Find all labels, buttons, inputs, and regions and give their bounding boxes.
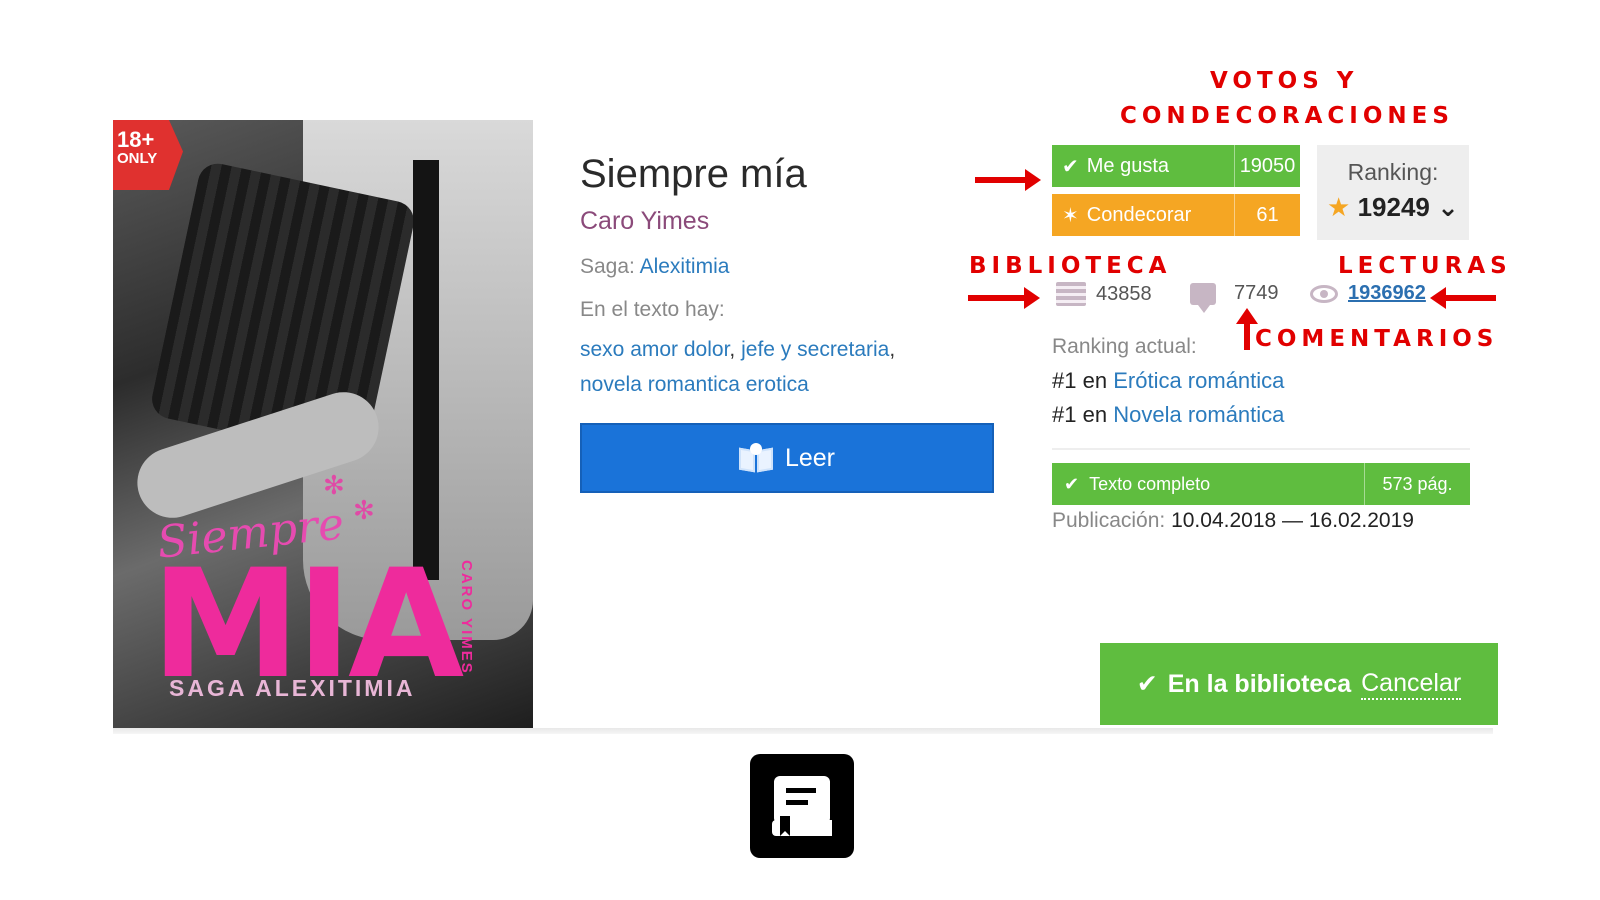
ranking-dropdown[interactable]: Ranking: ★ 19249 ⌄ [1317, 145, 1469, 240]
tag-link[interactable]: sexo amor dolor [580, 338, 729, 361]
flower-icon: ✻ [323, 470, 345, 500]
book-title: Siempre mía [580, 152, 807, 196]
complete-status-bar: ✔ Texto completo 573 pág. [1052, 463, 1470, 505]
divider [1052, 448, 1470, 450]
current-ranking-label: Ranking actual: [1052, 335, 1197, 358]
saga-link[interactable]: Alexitimia [640, 255, 730, 278]
saga-row: Saga: Alexitimia [580, 255, 729, 279]
check-icon: ✔ [1064, 473, 1080, 494]
stars-icon: ✶ [1062, 204, 1079, 227]
tags-label: En el texto hay: [580, 298, 725, 321]
decorate-label: Condecorar [1086, 203, 1192, 226]
annotation-votes-line1: VOTOS Y [1210, 68, 1359, 94]
ranking-value: 19249 [1357, 192, 1430, 222]
ranking-entry: #1 en Erótica romántica [1052, 368, 1285, 393]
ranking-entry: #1 en Novela romántica [1052, 402, 1285, 427]
library-icon [1056, 282, 1086, 306]
check-icon: ✔ [1062, 155, 1079, 178]
library-stat: 43858 [1056, 282, 1152, 306]
like-label: Me gusta [1086, 154, 1170, 177]
decorate-button[interactable]: ✶ Condecorar 61 [1052, 194, 1300, 236]
arrow-left-icon [1430, 287, 1496, 309]
read-button-label: Leer [784, 443, 836, 472]
flower-icon: ✻ [353, 495, 375, 525]
open-book-reader-icon [738, 443, 773, 473]
star-icon: ★ [1327, 192, 1351, 222]
arrow-right-icon [975, 169, 1041, 191]
library-status-bar: ✔ En la biblioteca Cancelar [1100, 643, 1498, 725]
ranking-label: Ranking: [1347, 159, 1439, 185]
card-bottom-shadow [113, 728, 1493, 734]
check-icon: ✔ [1136, 670, 1158, 698]
comments-count: 7749 [1234, 282, 1279, 304]
in-library-label: En la biblioteca [1167, 669, 1352, 698]
ranking-category-link[interactable]: Erótica romántica [1113, 368, 1284, 393]
complete-label: Texto completo [1089, 473, 1211, 494]
comments-stat[interactable]: 7749 [1190, 282, 1279, 313]
chevron-down-icon: ⌄ [1437, 192, 1459, 222]
arrow-right-icon [968, 287, 1040, 309]
annotation-reads: LECTURAS [1338, 253, 1512, 279]
app-logo-book-icon [750, 754, 854, 858]
publication-label: Publicación: [1052, 509, 1166, 532]
reads-stat: 1936962 [1310, 282, 1426, 305]
tag-link[interactable]: novela romantica erotica [580, 373, 809, 396]
comment-icon [1190, 282, 1216, 313]
annotation-votes-line2: CONDECORACIONES [1120, 103, 1454, 129]
tag-link[interactable]: jefe y secretaria [741, 338, 889, 361]
book-cover[interactable]: 18+ ONLY ✻ ✻ Siempre MIA CARO YIMES SAGA… [113, 120, 533, 728]
decorate-count: 61 [1234, 194, 1300, 236]
publication-dates: 10.04.2018 — 16.02.2019 [1171, 509, 1414, 532]
annotation-library: BIBLIOTECA [969, 253, 1172, 279]
reads-count-link[interactable]: 1936962 [1348, 282, 1426, 305]
arrow-up-icon [1236, 308, 1258, 350]
tag-list: sexo amor dolor, jefe y secretaria, nove… [580, 338, 896, 396]
eye-icon [1310, 284, 1338, 303]
saga-label: Saga: [580, 255, 635, 278]
like-button[interactable]: ✔ Me gusta 19050 [1052, 145, 1300, 187]
cover-saga: SAGA ALEXITIMIA [169, 675, 416, 701]
book-author-link[interactable]: Caro Yimes [580, 207, 709, 236]
annotation-comments: COMENTARIOS [1255, 326, 1499, 352]
ranking-category-link[interactable]: Novela romántica [1113, 402, 1284, 427]
cover-author: CARO YIMES [458, 560, 475, 675]
cover-figure-tie [413, 160, 439, 580]
publication-row: Publicación: 10.04.2018 — 16.02.2019 [1052, 509, 1414, 533]
library-count: 43858 [1096, 282, 1152, 305]
cancel-library-button[interactable]: Cancelar [1361, 669, 1462, 700]
like-count: 19050 [1234, 145, 1300, 187]
adult-badge: 18+ ONLY [113, 120, 183, 190]
read-button[interactable]: Leer [580, 423, 994, 493]
page-count: 573 pág. [1364, 463, 1470, 505]
ranking-value-row: ★ 19249 ⌄ [1317, 192, 1469, 223]
